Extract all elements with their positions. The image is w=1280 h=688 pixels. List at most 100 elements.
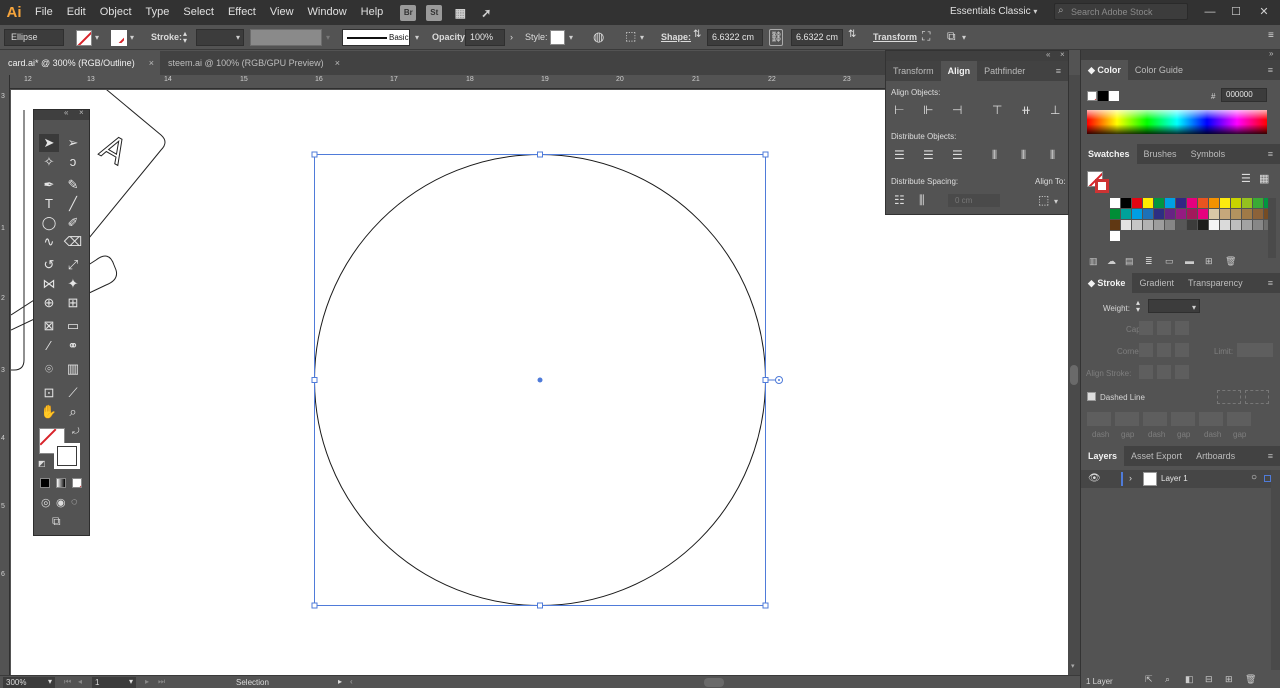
gradient-mode-icon[interactable] [56,478,66,488]
color-swatch[interactable] [1242,198,1252,208]
color-swatch[interactable] [1198,220,1208,230]
stroke-color-box[interactable] [54,443,80,469]
vertical-scrollbar[interactable]: ▾ [1068,75,1080,675]
tab-symbols[interactable]: Symbols [1184,144,1233,164]
lasso-tool-icon[interactable]: ↄ [63,153,83,171]
dock-header[interactable]: » [1081,49,1280,60]
chevron-right-icon[interactable]: › [510,32,513,42]
horizontal-align-right-icon[interactable]: ⊣ [952,103,962,117]
menu-effect[interactable]: Effect [221,0,263,25]
vertical-align-center-icon[interactable]: ⧺ [1021,103,1031,117]
scroll-thumb[interactable] [1070,365,1078,385]
dash-field[interactable] [1143,412,1167,426]
workspace-switcher[interactable]: Essentials Classic ▾ [950,4,1040,20]
menu-window[interactable]: Window [301,0,354,25]
panel-menu-icon[interactable]: ≡ [1261,273,1280,293]
handle-right[interactable] [762,377,769,383]
status-tool-label[interactable]: Selection [236,678,269,687]
column-graph-tool-icon[interactable]: ▥ [63,360,83,378]
color-swatch[interactable] [1198,198,1208,208]
color-swatch[interactable] [1231,198,1241,208]
tab-layers[interactable]: Layers [1081,446,1125,466]
handle-top[interactable] [537,151,543,158]
selection-indicator-icon[interactable] [1264,475,1271,482]
horizontal-distribute-space-icon[interactable]: ⫼ [919,193,925,208]
opacity-field[interactable]: 100% [465,29,505,46]
list-view-icon[interactable]: ☰ [1241,172,1251,185]
color-swatch[interactable] [1176,220,1186,230]
panel-menu-icon[interactable]: ≡ [1049,61,1068,81]
chevron-down-icon[interactable]: ▾ [569,33,573,42]
close-icon[interactable]: × [335,51,340,75]
collapse-icon[interactable]: « [64,108,68,117]
letter-a-outline[interactable]: A [93,127,134,174]
tab-gradient[interactable]: Gradient [1132,273,1181,293]
width-tool-icon[interactable]: ⋈ [39,275,59,293]
zoom-tool-icon[interactable]: ⌕ [63,403,83,421]
color-swatch[interactable] [1198,209,1208,219]
color-swatch[interactable] [1209,198,1219,208]
horizontal-align-left-icon[interactable]: ⊢ [894,103,904,117]
stroke-label[interactable]: Stroke: [151,32,182,42]
shape-width-field[interactable]: 6.6322 cm [707,29,763,46]
gap-field[interactable] [1171,412,1195,426]
stepper-icon[interactable]: ⇅ [693,29,701,40]
stock-button[interactable]: St [426,4,443,21]
swatch-scrollbar[interactable] [1268,198,1276,258]
tab-artboards[interactable]: Artboards [1189,446,1242,466]
chevron-down-icon[interactable]: ▾ [640,33,644,42]
shape-height-field[interactable]: 6.6322 cm [791,29,843,46]
graphic-style-swatch[interactable] [550,30,565,45]
brush-definition[interactable]: Basic [342,29,410,46]
color-swatch[interactable] [1154,198,1164,208]
default-fill-stroke-icon[interactable]: ◩ [38,459,46,468]
tools-panel-header[interactable]: « × [34,108,89,120]
hand-tool-icon[interactable]: ✋ [39,403,59,421]
color-swatch[interactable] [1187,220,1197,230]
swatch-libraries-icon[interactable]: ▥ [1089,256,1098,267]
shape-builder-tool-icon[interactable]: ⊕ [39,294,59,312]
color-none-swatch[interactable] [1087,91,1097,101]
tab-color-guide[interactable]: Color Guide [1128,60,1190,80]
color-swatch[interactable] [1110,209,1120,219]
eyedropper-tool-icon[interactable]: ⁄ [39,337,59,355]
panel-menu-icon[interactable]: ≡ [1261,446,1280,466]
gpu-performance-icon[interactable]: ➚ [478,5,494,21]
color-white-swatch[interactable] [1109,91,1119,101]
distribute-bottom-icon[interactable]: ☰ [952,148,963,162]
previous-artboard-icon[interactable]: ◂ [78,677,82,686]
color-swatch[interactable] [1110,198,1120,208]
color-swatch[interactable] [1165,198,1175,208]
new-swatch-icon[interactable]: ⊞ [1205,256,1213,267]
round-join-icon[interactable] [1157,343,1171,357]
fill-swatch[interactable] [76,30,92,46]
color-swatch[interactable] [1121,220,1131,230]
color-swatch[interactable] [1143,198,1153,208]
vertical-align-top-icon[interactable]: ⊤ [992,103,1002,117]
color-swatch[interactable] [1253,220,1263,230]
color-swatch[interactable] [1121,198,1131,208]
color-mode-icon[interactable] [40,478,50,488]
handle-top-left[interactable] [311,151,318,158]
menu-select[interactable]: Select [176,0,221,25]
control-panel-menu-icon[interactable]: ≡ [1268,30,1274,41]
isolate-icon[interactable]: ⛶ [922,29,930,44]
chevron-down-icon[interactable]: ▾ [1071,662,1075,670]
chevron-right-icon[interactable]: ▸ [338,677,342,686]
weight-field[interactable]: ▾ [1148,299,1200,313]
handle-bottom[interactable] [537,602,543,609]
ellipse-tool-icon[interactable]: ◯ [39,214,59,232]
color-swatch[interactable] [1187,209,1197,219]
horizontal-align-center-icon[interactable]: ⊩ [923,103,933,117]
projecting-cap-icon[interactable] [1175,321,1189,335]
menu-type[interactable]: Type [139,0,177,25]
artboard-tool-icon[interactable]: ⊡ [39,384,59,402]
none-mode-icon[interactable] [72,478,82,488]
center-point[interactable] [537,377,543,383]
hex-input[interactable]: 000000 [1221,88,1267,102]
handle-bottom-right[interactable] [762,602,769,609]
layers-scrollbar[interactable] [1271,470,1280,670]
puppet-warp-tool-icon[interactable]: ✦ [63,275,83,293]
artboard-field[interactable]: 1 ▾ [92,677,136,688]
paintbrush-tool-icon[interactable]: ✐ [63,214,83,232]
